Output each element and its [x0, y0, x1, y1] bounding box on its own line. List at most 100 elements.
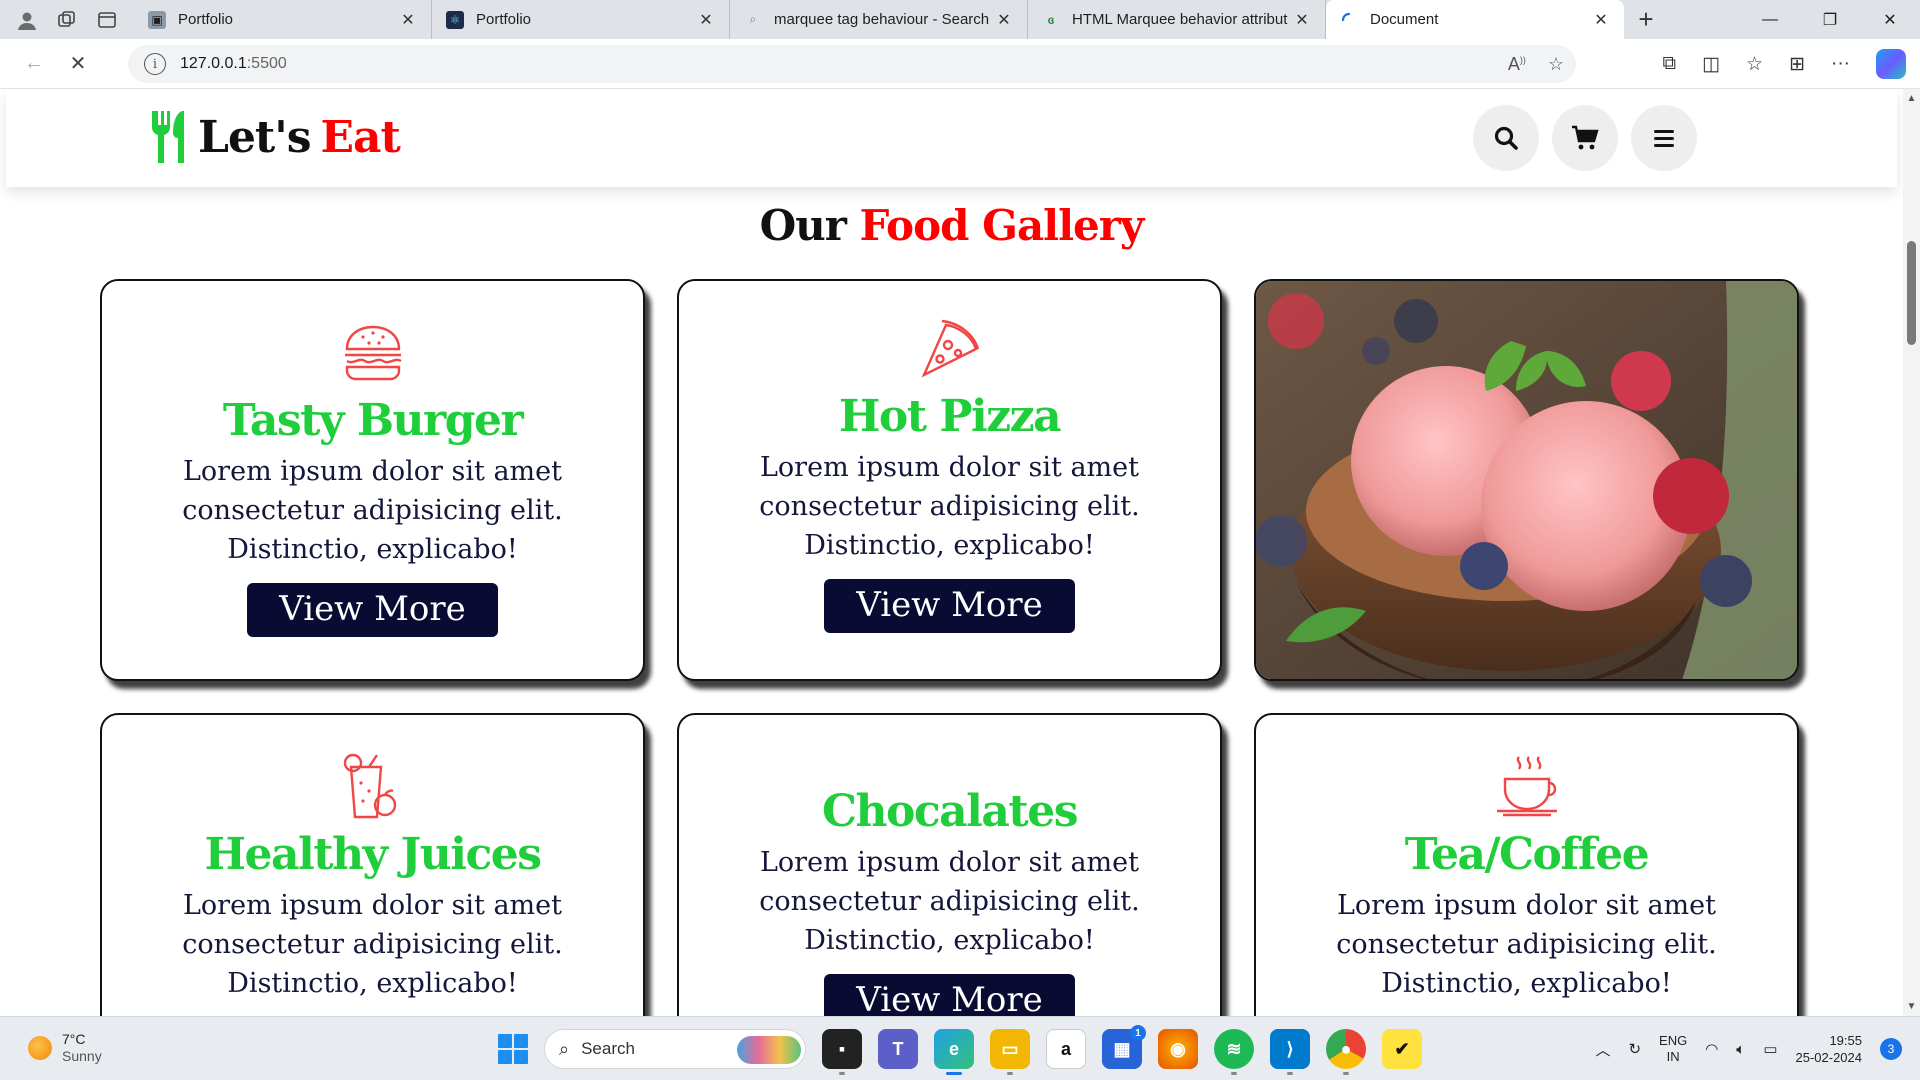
gfg-favicon: ɞ [1047, 12, 1055, 27]
card-icon-placeholder [679, 715, 1220, 783]
juice-icon [343, 753, 396, 819]
sync-icon[interactable]: ↻ [1628, 1040, 1641, 1058]
task-view-icon[interactable]: ▪ [822, 1029, 862, 1075]
address-field[interactable]: i 127.0.0.1:5500 A)) ☆ [128, 45, 1576, 83]
more-icon[interactable]: ··· [1831, 53, 1850, 75]
card-title: Healthy Juices [204, 829, 542, 880]
gallery-title-our: Our [759, 201, 847, 250]
search-button[interactable] [1473, 105, 1539, 171]
card-title: Chocalates [822, 786, 1078, 837]
url-text: 127.0.0.1:5500 [180, 55, 287, 73]
close-tab-icon[interactable]: ✕ [1592, 10, 1610, 30]
search-favicon: ⌕ [749, 12, 757, 26]
read-aloud-icon[interactable]: A)) [1508, 54, 1526, 75]
gallery-title: Our Food Gallery [0, 201, 1903, 250]
logo-word-eat: Eat [320, 111, 401, 163]
food-card-chocolates: Chocalates Lorem ipsum dolor sit amet con… [677, 713, 1222, 1016]
new-tab-icon[interactable]: + [1624, 0, 1668, 39]
portfolio-favicon: ▣ [148, 10, 166, 29]
weather-widget[interactable]: 7°C Sunny [28, 1031, 102, 1065]
menu-icon [1654, 130, 1674, 147]
stop-loading-icon[interactable]: ✕ [56, 44, 100, 84]
favorite-star-icon[interactable]: ☆ [1548, 54, 1564, 75]
coffee-icon [1496, 756, 1557, 817]
close-tab-icon[interactable]: ✕ [399, 10, 417, 30]
todo-icon[interactable]: ✔ [1382, 1029, 1422, 1069]
card-title: Tasty Burger [222, 395, 524, 446]
spotify-icon[interactable]: ≋ [1214, 1029, 1254, 1075]
language-indicator[interactable]: ENG IN [1659, 1033, 1687, 1065]
close-tab-icon[interactable]: ✕ [995, 10, 1013, 30]
browser-tab[interactable]: ⚛ Portfolio ✕ [432, 0, 730, 39]
scroll-down-icon[interactable]: ▼ [1903, 1001, 1920, 1012]
workspaces-icon[interactable] [54, 7, 80, 33]
url-port: :5500 [246, 55, 287, 72]
browser-tab-active[interactable]: Document ✕ [1326, 0, 1624, 39]
chrome-icon[interactable]: ● [1326, 1029, 1366, 1075]
store-icon[interactable]: ▦ 1 [1102, 1025, 1146, 1069]
teams-icon[interactable]: T [878, 1029, 918, 1069]
browser-tab[interactable]: ɞ HTML Marquee behavior attribut ✕ [1028, 0, 1326, 39]
battery-icon[interactable]: ▭ [1763, 1040, 1777, 1058]
sun-icon [28, 1036, 52, 1060]
file-explorer-icon[interactable]: ▭ [990, 1029, 1030, 1075]
clock[interactable]: 19:55 25-02-2024 [1796, 1032, 1863, 1066]
cutlery-icon [152, 111, 184, 163]
favorites-icon[interactable]: ☆ [1746, 53, 1763, 76]
extensions-icon[interactable]: ⧉ [1663, 53, 1677, 75]
tab-actions-icon[interactable] [94, 7, 120, 33]
url-host: 127.0.0.1 [180, 55, 247, 72]
page-viewport: Let's Eat Our Food Gallery Tasty Burger … [0, 89, 1903, 1016]
browser-tab[interactable]: ▣ Portfolio ✕ [134, 0, 432, 39]
search-highlight-image [737, 1036, 801, 1064]
split-screen-icon[interactable]: ◫ [1702, 53, 1720, 76]
browser-tab-bar: ▣ Portfolio ✕ ⚛ Portfolio ✕ ⌕ marquee ta… [0, 0, 1920, 39]
tab-title: Portfolio [476, 11, 532, 28]
view-more-button[interactable]: View More [824, 974, 1075, 1016]
card-text: Lorem ipsum dolor sit amet consectetur ad… [759, 452, 1140, 561]
menu-button[interactable] [1631, 105, 1697, 171]
firefox-icon[interactable]: ◉ [1158, 1029, 1198, 1069]
edge-icon[interactable]: e [934, 1029, 974, 1075]
notification-badge[interactable]: 3 [1880, 1038, 1902, 1060]
site-info-icon[interactable]: i [144, 53, 166, 75]
gallery-title-food-gallery: Food Gallery [859, 201, 1145, 250]
view-more-button[interactable]: View More [824, 579, 1075, 633]
close-tab-icon[interactable]: ✕ [1293, 10, 1311, 30]
card-text: Lorem ipsum dolor sit amet consectetur ad… [182, 456, 563, 565]
start-button[interactable] [498, 1034, 528, 1064]
clock-date: 25-02-2024 [1795, 1050, 1863, 1065]
burger-icon [344, 325, 402, 381]
volume-icon[interactable]: 🔈︎ [1736, 1041, 1745, 1058]
cart-icon [1572, 125, 1599, 150]
taskbar-search[interactable]: ⌕ Search [544, 1029, 806, 1069]
site-logo[interactable]: Let's Eat [146, 107, 401, 167]
copilot-icon[interactable] [1876, 49, 1906, 79]
search-icon [1494, 126, 1518, 150]
address-toolbar: ← ✕ i 127.0.0.1:5500 A)) ☆ ⧉ ◫ ☆ ⊞ ··· [0, 39, 1920, 89]
collections-icon[interactable]: ⊞ [1789, 53, 1805, 76]
close-window-icon[interactable]: ✕ [1860, 0, 1920, 39]
ice-cream-image [1256, 281, 1797, 679]
view-more-button[interactable]: View More [247, 583, 498, 637]
profile-icon[interactable] [14, 7, 40, 33]
tab-title: HTML Marquee behavior attribut [1072, 11, 1288, 28]
vscode-icon[interactable]: ⟩ [1270, 1029, 1310, 1075]
page-scrollbar[interactable]: ▲ ▼ [1903, 89, 1920, 1016]
clock-time: 19:55 [1829, 1033, 1862, 1048]
minimize-icon[interactable]: — [1740, 0, 1800, 39]
food-card-tea-coffee: Tea/Coffee Lorem ipsum dolor sit amet con… [1254, 713, 1799, 1016]
browser-tab[interactable]: ⌕ marquee tag behaviour - Search ✕ [730, 0, 1028, 39]
back-icon[interactable]: ← [12, 44, 56, 84]
close-tab-icon[interactable]: ✕ [697, 10, 715, 30]
scrollbar-thumb[interactable] [1907, 241, 1916, 345]
scroll-up-icon[interactable]: ▲ [1903, 93, 1920, 104]
food-card-pizza: Hot Pizza Lorem ipsum dolor sit amet cons… [677, 279, 1222, 681]
amazon-icon[interactable]: a [1046, 1029, 1086, 1069]
logo-word-lets: Let's [198, 111, 311, 163]
show-hidden-icons[interactable]: ︿ [1595, 1039, 1610, 1060]
restore-icon[interactable]: ❐ [1800, 0, 1860, 39]
wifi-icon[interactable]: ◠ [1705, 1040, 1718, 1058]
weather-condition: Sunny [62, 1048, 102, 1064]
cart-button[interactable] [1552, 105, 1618, 171]
